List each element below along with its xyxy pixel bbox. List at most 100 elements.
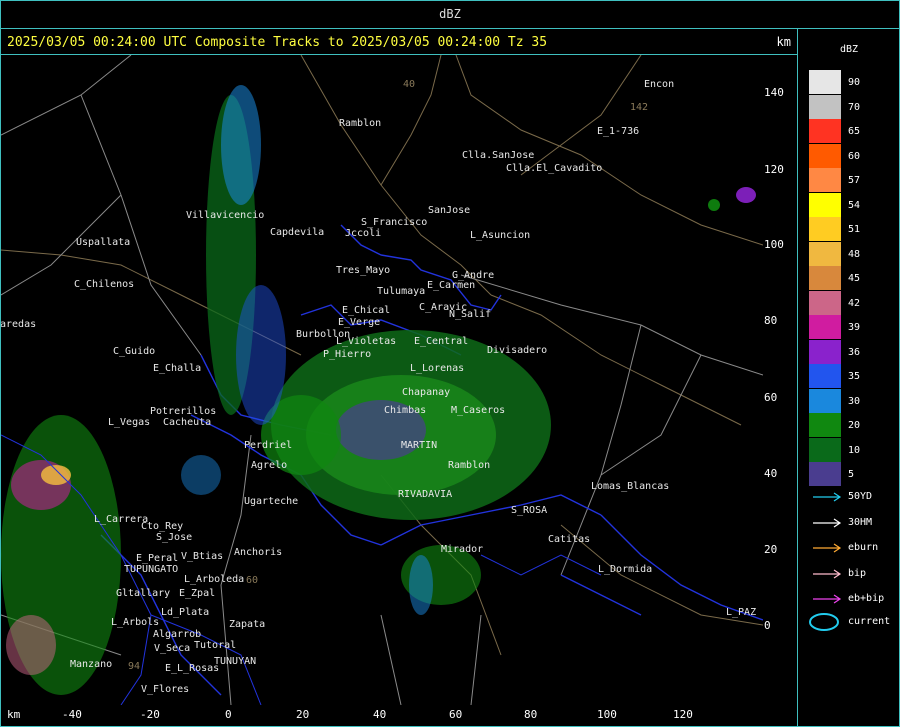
- place-label: L_Lorenas: [410, 363, 464, 374]
- scale-value: 70: [848, 101, 861, 113]
- place-label: V_Btias: [181, 551, 223, 562]
- place-label: Jccoli: [345, 228, 381, 239]
- place-label: Ld_Plata: [161, 607, 209, 618]
- place-label: Mirador: [441, 544, 483, 555]
- scale-swatch: [809, 339, 841, 364]
- scale-swatch: [809, 70, 841, 94]
- place-label: S_ROSA: [511, 505, 547, 516]
- current-track-icon: [809, 613, 839, 631]
- place-label: S_Francisco: [361, 217, 427, 228]
- place-label: Cto_Rey: [141, 521, 183, 532]
- place-label: E_Chical: [342, 305, 390, 316]
- place-label: MARTIN: [401, 440, 437, 451]
- scale-value: 36: [848, 346, 861, 358]
- scale-swatch: [809, 241, 841, 266]
- window-title-bar: dBZ: [0, 0, 900, 29]
- place-label: V_Flores: [141, 684, 189, 695]
- scale-value: 20: [848, 420, 861, 431]
- y-tick: 100: [764, 238, 784, 251]
- scale-swatch: [809, 388, 841, 413]
- place-label: L_Dormida: [598, 564, 652, 575]
- scale-value: 57: [848, 175, 861, 186]
- header-timestamp: 2025/03/05 00:24:00 UTC Composite Tracks…: [7, 35, 548, 50]
- place-label: Algarrob: [153, 629, 201, 640]
- x-tick: 120: [673, 708, 693, 721]
- place-label: Zapata: [229, 619, 265, 630]
- y-tick: 60: [764, 391, 778, 404]
- scale-swatch: [809, 364, 841, 388]
- place-label: N_Salif: [449, 309, 491, 320]
- scale-swatch: [809, 290, 841, 315]
- place-label: Ramblon: [448, 460, 490, 471]
- scale-value: 51: [848, 224, 861, 235]
- place-label: Ugarteche: [244, 496, 298, 507]
- scale-swatch: [809, 94, 841, 119]
- place-label: M_Caseros: [451, 405, 505, 416]
- scale-value: 65: [848, 126, 861, 137]
- place-label: Perdriel: [244, 440, 292, 451]
- place-label: Villavicencio: [186, 210, 264, 221]
- place-label: Divisadero: [487, 345, 547, 356]
- track-arrow-icon: [813, 492, 842, 502]
- y-tick: 0: [764, 619, 771, 632]
- place-label: Encon: [644, 79, 674, 90]
- place-label: Lomas_Blancas: [591, 481, 669, 492]
- place-label: E_Verge: [338, 317, 380, 328]
- track-label: eburn: [848, 542, 879, 553]
- radar-map[interactable]: Encon Ramblon E_1-736 Clla.SanJose Clla.…: [1, 55, 763, 705]
- track-arrow-icon: [813, 594, 842, 604]
- x-tick: 80: [524, 708, 538, 721]
- place-label: Manzano: [70, 659, 112, 670]
- place-label: L_Violetas: [336, 336, 396, 347]
- place-label: C_Guido: [113, 346, 155, 357]
- place-label: E_Peral: [136, 553, 178, 564]
- place-label: L_Asuncion: [470, 230, 530, 241]
- scale-swatch: [809, 266, 841, 290]
- scale-swatch: [809, 143, 841, 168]
- place-label: Anchoris: [234, 547, 282, 558]
- place-label: L_PAZ: [726, 607, 756, 618]
- track-label: bip: [848, 567, 867, 579]
- x-tick: 100: [597, 708, 617, 721]
- place-label: E_Zpal: [179, 588, 215, 599]
- scale-swatch: [809, 119, 841, 143]
- place-label: Potrerillos: [150, 406, 216, 417]
- place-label: Gltallary: [116, 588, 170, 599]
- scale-value: 48: [848, 248, 861, 260]
- x-tick: 0: [225, 708, 232, 721]
- scale-value: 39: [848, 322, 861, 333]
- scale-value: 54: [848, 199, 861, 211]
- place-label: Agrelo: [251, 460, 287, 471]
- place-label: Cacheuta: [163, 417, 211, 428]
- scale-value: 5: [848, 469, 855, 480]
- y-tick: 20: [764, 543, 778, 556]
- y-tick: 40: [764, 467, 778, 480]
- place-label: Tutoral: [194, 640, 236, 651]
- scale-swatch: [809, 217, 841, 241]
- place-label: E_1-736: [597, 126, 639, 137]
- x-tick: -40: [62, 708, 82, 721]
- place-label: Clla.El_Cavadito: [506, 163, 602, 174]
- place-label: Capdevila: [270, 227, 324, 238]
- place-label: L_Arboleda: [184, 574, 244, 585]
- place-label: E_L_Rosas: [165, 663, 219, 674]
- scale-value: 10: [848, 444, 861, 456]
- x-tick: -20: [140, 708, 160, 721]
- track-label: 50YD: [848, 491, 873, 502]
- scale-swatch: [809, 462, 841, 486]
- scale-value: 45: [848, 273, 861, 284]
- road-number: 40: [403, 79, 415, 90]
- place-label: Chimbas: [384, 405, 426, 416]
- place-label: C_Chilenos: [74, 279, 134, 290]
- place-label: L_Arbols: [111, 617, 159, 628]
- place-label: aredas: [1, 319, 36, 330]
- scale-swatch: [809, 168, 841, 192]
- place-label: S_Jose: [156, 532, 192, 543]
- y-tick: 80: [764, 314, 778, 327]
- x-tick: 20: [296, 708, 310, 721]
- scale-swatch: [809, 413, 841, 437]
- place-label: E_Challa: [153, 363, 201, 374]
- road-number: 94: [128, 661, 140, 672]
- radar-echoes: [1, 85, 756, 695]
- place-label: Chapanay: [402, 387, 450, 398]
